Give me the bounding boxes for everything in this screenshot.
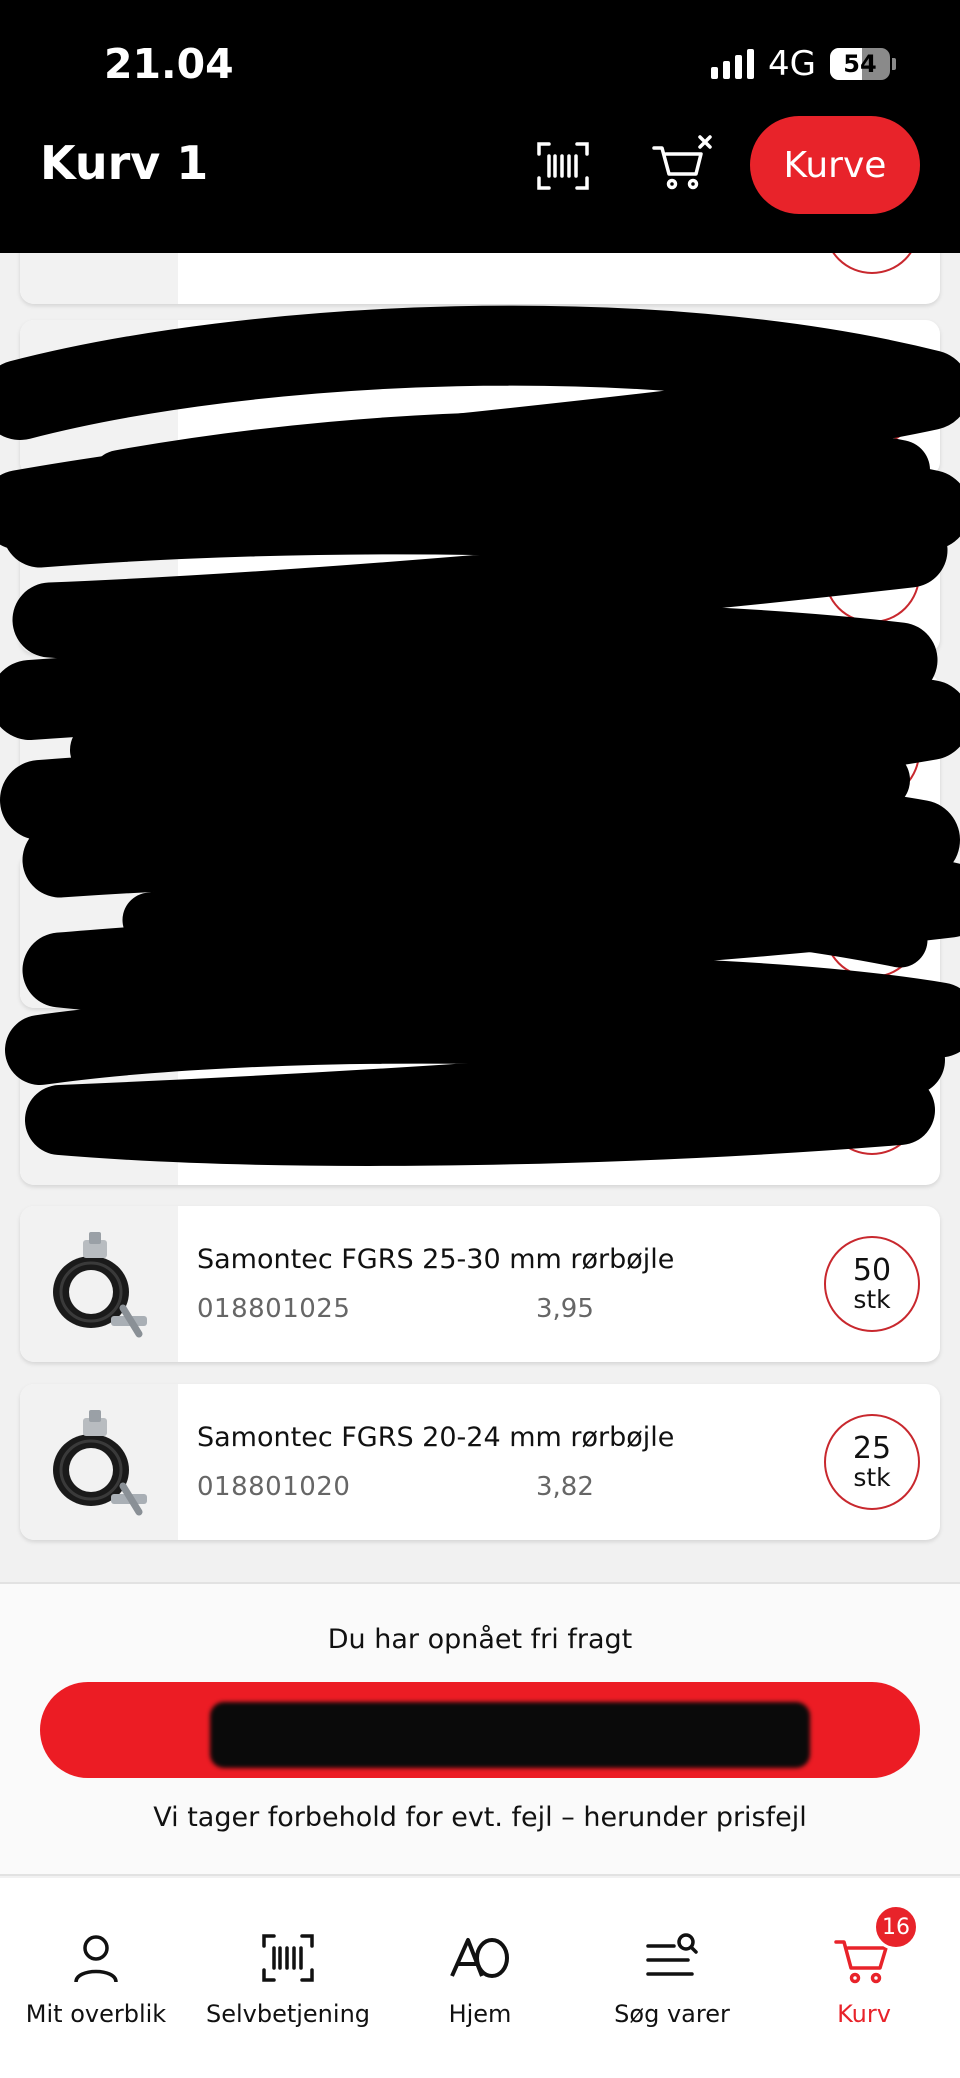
bottom-tab-bar: Mit overblik Selvbetjening Hjem Søg vare… <box>0 1878 960 2078</box>
cart-item[interactable]: Samontec FGRS 20-24 mm rørbøjle 01880102… <box>20 1384 940 1540</box>
checkout-button[interactable] <box>40 1682 920 1778</box>
status-indicators: 4G 54 <box>711 44 896 84</box>
product-name: Samontec FGRS 20-24 mm rørbøjle <box>197 1422 675 1453</box>
cart-item[interactable] <box>20 852 940 1008</box>
cart-item[interactable] <box>20 497 940 653</box>
product-image <box>20 852 178 1008</box>
app-header: 21.04 4G 54 Kurv 1 Kurve <box>0 0 960 253</box>
cart-clear-icon[interactable] <box>652 134 714 192</box>
quantity-badge[interactable]: 25 stk <box>824 1414 920 1510</box>
battery-icon: 54 <box>830 48 890 80</box>
tab-label: Hjem <box>448 2000 512 2028</box>
ao-logo-icon <box>450 1938 509 1978</box>
quantity-badge[interactable] <box>824 704 920 800</box>
tab-soeg-varer[interactable]: Søg varer <box>576 1878 768 2078</box>
product-sku: 018801020 <box>197 1472 351 1502</box>
total-redaction <box>210 1702 810 1768</box>
product-image <box>20 1029 178 1185</box>
tab-hjem[interactable]: Hjem <box>384 1878 576 2078</box>
cart-count-badge: 16 <box>873 1904 919 1950</box>
cart-item[interactable] <box>20 1029 940 1185</box>
status-time: 21.04 <box>104 40 234 88</box>
search-list-icon <box>646 1933 698 1976</box>
product-image <box>20 1384 178 1540</box>
page-title: Kurv 1 <box>40 136 209 190</box>
tab-label: Søg varer <box>614 2000 730 2028</box>
kurve-button[interactable]: Kurve <box>750 116 920 214</box>
quantity-badge[interactable] <box>824 882 920 978</box>
tab-label: Mit overblik <box>25 2000 167 2028</box>
quantity-badge[interactable]: 50 stk <box>824 1236 920 1332</box>
barcode-scan-icon[interactable] <box>535 138 591 194</box>
battery-percent: 54 <box>843 50 877 78</box>
product-name: Samontec FGRS 25-30 mm rørbøjle <box>197 1244 675 1275</box>
network-type: 4G <box>768 44 816 84</box>
product-image <box>20 497 178 653</box>
quantity-unit: stk <box>853 1462 891 1492</box>
cart-item[interactable]: Samontec FGRS 25-30 mm rørbøjle 01880102… <box>20 1206 940 1362</box>
cart-item[interactable] <box>20 320 940 476</box>
barcode-icon <box>262 1934 314 1982</box>
signal-icon <box>711 49 755 79</box>
free-freight-message: Du har opnået fri fragt <box>327 1624 633 1655</box>
product-price: 3,95 <box>536 1294 594 1324</box>
quantity-unit: stk <box>853 1284 891 1314</box>
tab-kurv[interactable]: 16 Kurv <box>768 1878 960 2078</box>
person-icon <box>74 1935 118 1983</box>
product-price: 3,82 <box>536 1472 594 1502</box>
tab-mit-overblik[interactable]: Mit overblik <box>0 1878 192 2078</box>
tab-label: Kurv <box>837 2000 891 2028</box>
price-disclaimer: Vi tager forbehold for evt. fejl – herun… <box>153 1802 807 1833</box>
tab-label: Selvbetjening <box>205 2000 371 2028</box>
quantity-value: 25 <box>852 1431 892 1467</box>
cart-summary: Du har opnået fri fragt Vi tager forbeho… <box>0 1582 960 1876</box>
quantity-badge[interactable] <box>824 350 920 446</box>
product-image <box>20 674 178 830</box>
quantity-badge[interactable] <box>824 527 920 623</box>
tab-selvbetjening[interactable]: Selvbetjening <box>192 1878 384 2078</box>
product-image <box>20 320 178 476</box>
product-image <box>20 1206 178 1362</box>
quantity-value: 50 <box>852 1253 892 1289</box>
product-sku: 018801025 <box>197 1294 351 1324</box>
cart-item[interactable] <box>20 674 940 830</box>
quantity-badge[interactable] <box>824 1059 920 1155</box>
